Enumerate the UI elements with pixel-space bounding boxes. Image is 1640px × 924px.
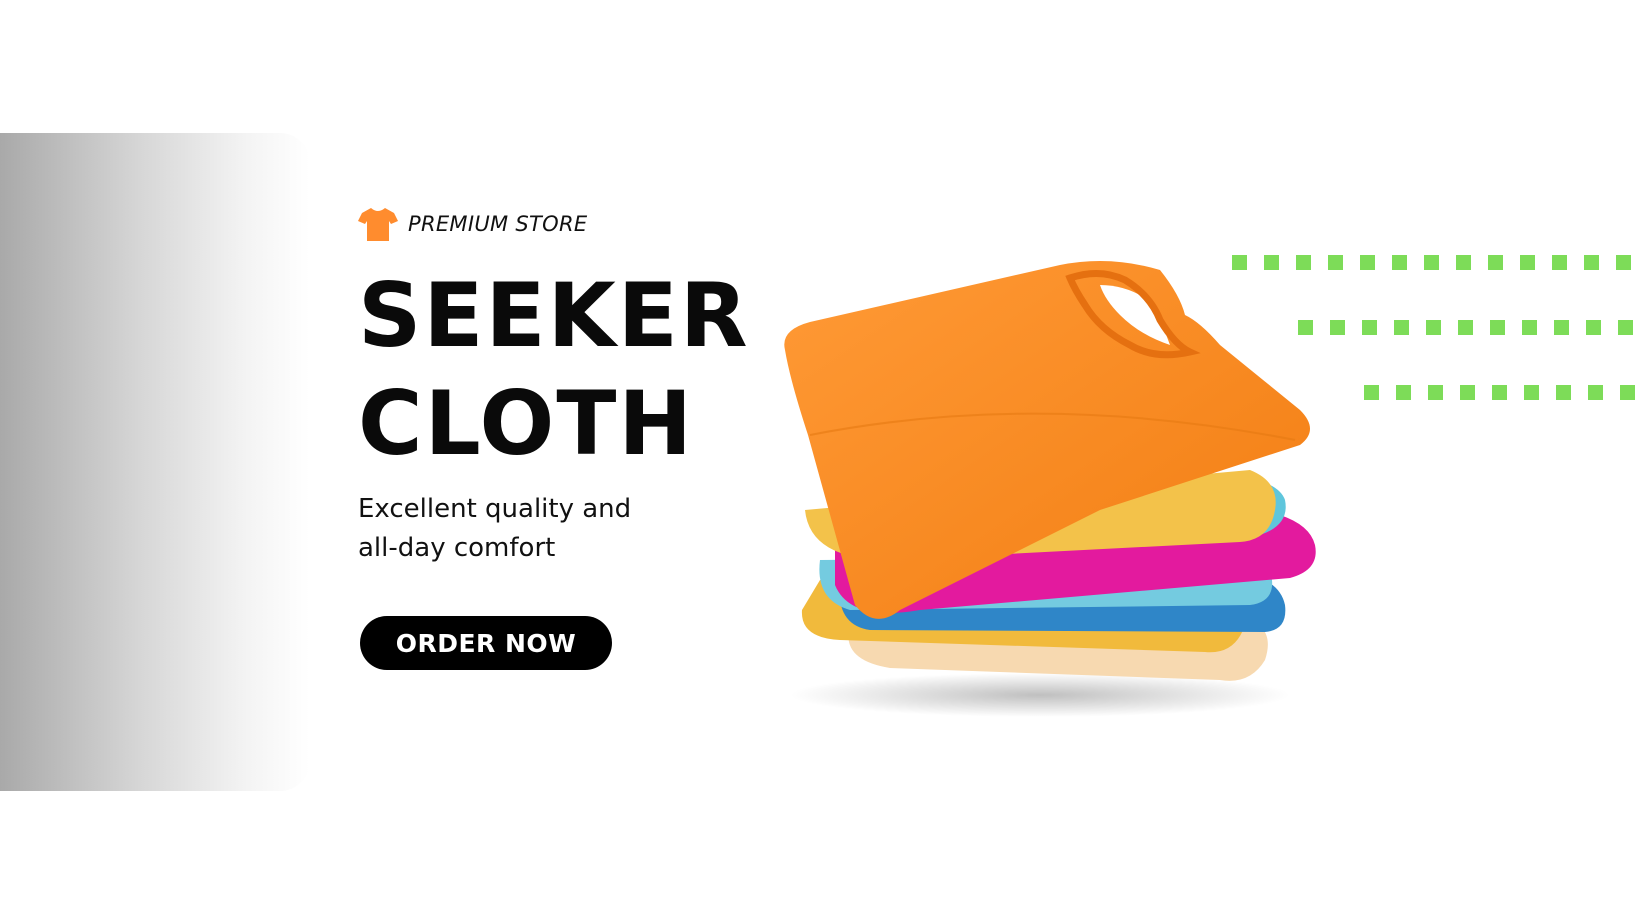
dots-row-3: [1364, 385, 1635, 400]
store-title-line-1: SEEKER: [358, 264, 750, 367]
brand-row: PREMIUM STORE: [358, 205, 587, 243]
store-title-line-2: CLOTH: [358, 372, 695, 475]
tagline-line-2: all-day comfort: [358, 533, 556, 563]
folded-shirts-image: [784, 261, 1316, 717]
brand-label: PREMIUM STORE: [408, 212, 588, 236]
store-title: SEEKER CLOTH: [358, 262, 750, 478]
tagline: Excellent quality and all-day comfort: [358, 490, 631, 568]
tagline-line-1: Excellent quality and: [358, 494, 632, 524]
side-gradient-panel: [0, 133, 310, 791]
order-now-button[interactable]: ORDER NOW: [360, 616, 612, 670]
t-shirt-icon: [358, 208, 398, 241]
